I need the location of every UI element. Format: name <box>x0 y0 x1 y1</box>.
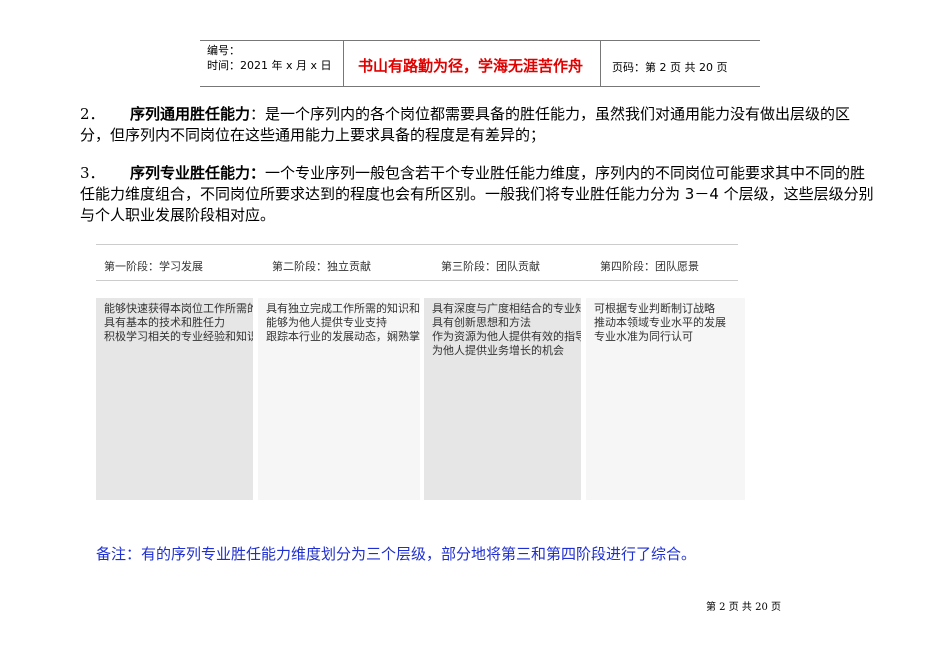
stage-line: 为他人提供业务增长的机会 <box>432 344 564 357</box>
paragraph-3: 3． 序列专业胜任能力：一个专业序列一般包含若干个专业胜任能力维度，序列内的不同… <box>80 163 880 226</box>
note: 备注：有的序列专业胜任能力维度划分为三个层级，部分地将第三和第四阶段进行了综合。 <box>96 545 697 563</box>
stage-line: 具有深度与广度相结合的专业知 <box>432 302 581 315</box>
divider <box>96 244 738 245</box>
stage-4-label: 第四阶段：团队愿景 <box>600 260 699 273</box>
stage-1-box: 能够快速获得本岗位工作所需的 具有基本的技术和胜任力 积极学习相关的专业经验和知… <box>96 298 253 500</box>
item-title: 序列专业胜任能力： <box>130 164 266 182</box>
stage-3-label: 第三阶段：团队贡献 <box>441 260 540 273</box>
header-page-info: 页码：第 2 页 共 20 页 <box>612 61 728 74</box>
header-motto: 书山有路勤为径，学海无涯苦作舟 <box>358 57 584 75</box>
stage-2-label: 第二阶段：独立贡献 <box>272 260 371 273</box>
stage-3-box: 具有深度与广度相结合的专业知 具有创新思想和方法 作为资源为他人提供有效的指导 … <box>424 298 581 500</box>
stage-line: 具有独立完成工作所需的知识和 <box>266 302 420 315</box>
paragraph-2: 2． 序列通用胜任能力：是一个序列内的各个岗位都需要具备的胜任能力，虽然我们对通… <box>80 104 880 146</box>
stage-line: 能够为他人提供专业支持 <box>266 316 387 329</box>
stage-line: 具有创新思想和方法 <box>432 316 531 329</box>
divider <box>600 41 601 86</box>
stage-line: 跟踪本行业的发展动态，娴熟掌 <box>266 330 420 343</box>
stage-4-box: 可根据专业判断制订战略 推动本领域专业水平的发展 专业水准为同行认可 <box>586 298 745 500</box>
stage-line: 作为资源为他人提供有效的指导 <box>432 330 581 343</box>
page-header: 编号： 时间：2021 年 x 月 x 日 书山有路勤为径，学海无涯苦作舟 页码… <box>200 40 760 87</box>
stage-line: 具有基本的技术和胜任力 <box>104 316 225 329</box>
stage-line: 能够快速获得本岗位工作所需的 <box>104 302 253 315</box>
header-meta: 编号： 时间：2021 年 x 月 x 日 <box>207 43 332 73</box>
divider <box>96 280 738 281</box>
number-label: 编号： <box>207 44 240 57</box>
stage-line: 积极学习相关的专业经验和知识 <box>104 330 253 343</box>
stage-2-box: 具有独立完成工作所需的知识和 能够为他人提供专业支持 跟踪本行业的发展动态，娴熟… <box>258 298 420 500</box>
stage-line: 可根据专业判断制订战略 <box>594 302 715 315</box>
stage-1-label: 第一阶段：学习发展 <box>104 260 203 273</box>
item-number: 3． <box>80 164 105 182</box>
item-number: 2． <box>80 105 105 123</box>
stage-line: 推动本领域专业水平的发展 <box>594 316 726 329</box>
stage-line: 专业水准为同行认可 <box>594 330 693 343</box>
divider <box>343 41 344 86</box>
time-label: 时间：2021 年 x 月 x 日 <box>207 59 332 72</box>
item-title: 序列通用胜任能力 <box>130 105 251 123</box>
page-footer: 第 2 页 共 20 页 <box>706 602 781 613</box>
